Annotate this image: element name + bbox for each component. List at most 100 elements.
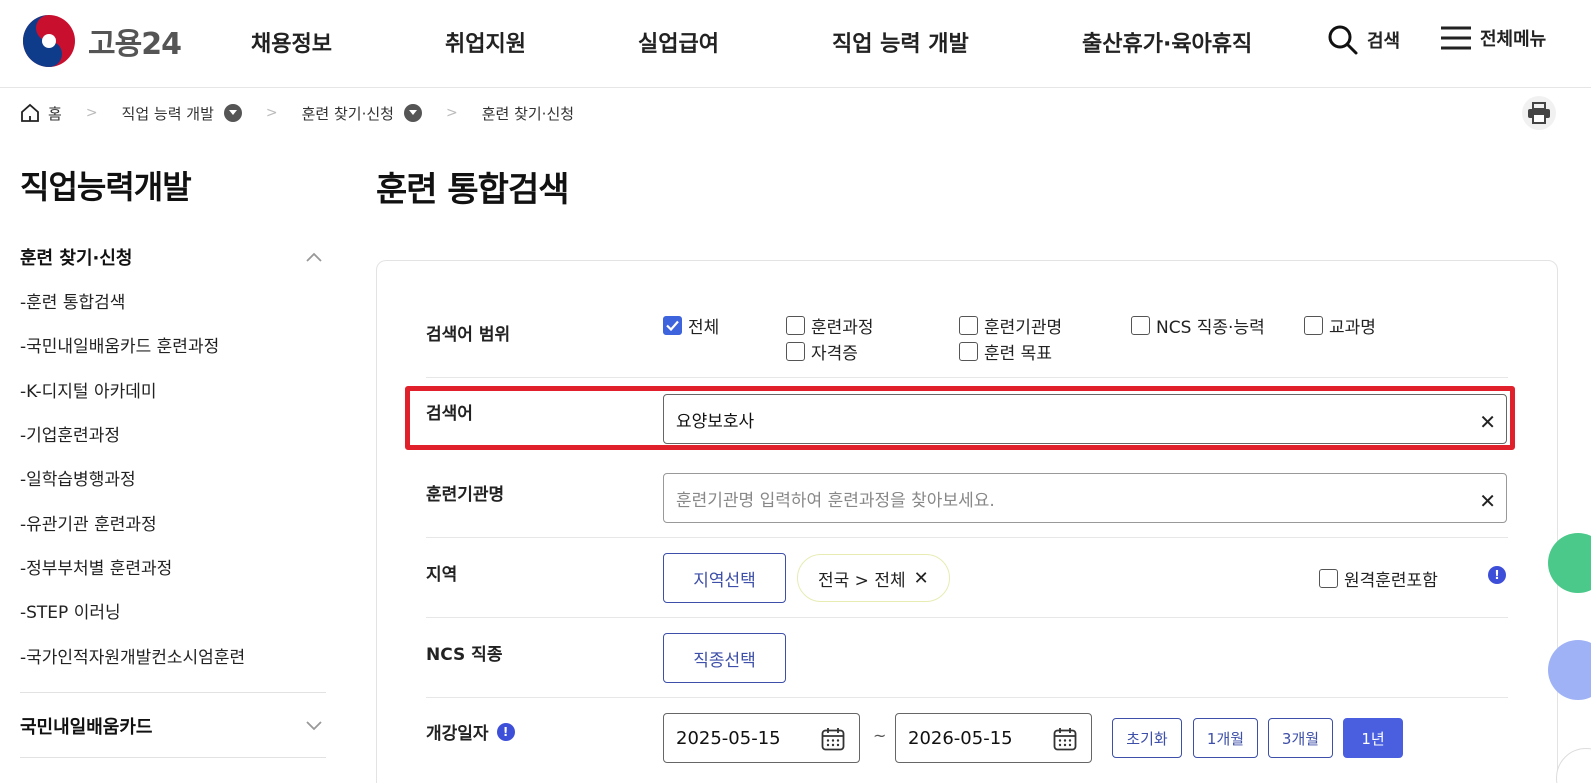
breadcrumb-home-label: 홈 [48, 104, 62, 123]
date-range-tilde: ~ [873, 726, 887, 745]
floating-top-button[interactable] [1556, 748, 1591, 783]
scope-institution-label: 훈련기관명 [984, 318, 1063, 338]
scope-ncs-label: NCS 직종·능력 [1156, 318, 1265, 338]
scope-all-checkbox[interactable]: 전체 [663, 313, 719, 338]
calendar-icon[interactable] [821, 727, 845, 751]
sidebar-section-label: 국민내일배움카드 [20, 717, 153, 738]
scope-institution-checkbox[interactable]: 훈련기관명 [959, 313, 1062, 338]
checkbox-icon [786, 342, 805, 361]
scope-all-label: 전체 [688, 318, 720, 338]
logo-text: 고용24 [88, 27, 182, 62]
checkbox-icon [1131, 316, 1150, 335]
breadcrumb-level2[interactable]: 훈련 찾기·신청 [302, 103, 422, 124]
scope-ncs-checkbox[interactable]: NCS 직종·능력 [1131, 313, 1265, 338]
breadcrumb: 홈 > 직업 능력 개발 > 훈련 찾기·신청 > 훈련 찾기·신청 [20, 100, 574, 126]
sidebar-section-naeil-card[interactable]: 국민내일배움카드 [20, 713, 326, 739]
region-tag-label: 전국 > 전체 [818, 570, 906, 591]
clear-icon[interactable]: ✕ [1479, 489, 1496, 513]
start-date-from-value: 2025-05-15 [676, 727, 781, 749]
start-date-label-row: 개강일자 ! [426, 719, 515, 744]
scope-goal-checkbox[interactable]: 훈련 목표 [959, 339, 1052, 364]
start-date-to-value: 2026-05-15 [908, 727, 1013, 749]
scope-label: 검색어 범위 [426, 325, 511, 345]
date-3month-button[interactable]: 3개월 [1268, 718, 1333, 758]
sidebar-title: 직업능력개발 [20, 168, 192, 206]
chevron-right-icon: > [85, 105, 98, 121]
checkbox-checked-icon [663, 316, 682, 335]
printer-icon [1528, 102, 1550, 124]
date-1year-button[interactable]: 1년 [1343, 718, 1403, 758]
search-icon [1328, 25, 1358, 55]
calendar-icon[interactable] [1053, 727, 1077, 751]
scope-course-label: 훈련과정 [811, 318, 874, 338]
scope-course-checkbox[interactable]: 훈련과정 [786, 313, 874, 338]
region-tag[interactable]: 전국 > 전체 ✕ [797, 554, 950, 602]
chevron-down-icon[interactable] [223, 104, 242, 122]
keyword-highlight-box [405, 386, 1515, 450]
breadcrumb-level3-label: 훈련 찾기·신청 [481, 104, 575, 123]
sidebar-divider [20, 692, 326, 693]
sidebar-item-k-digital[interactable]: -K-디지털 아카데미 [20, 377, 157, 402]
region-label: 지역 [426, 565, 458, 585]
sidebar-item-naeil-card-course[interactable]: -국민내일배움카드 훈련과정 [20, 332, 219, 357]
breadcrumb-level3: 훈련 찾기·신청 [482, 103, 574, 124]
institution-label: 훈련기관명 [426, 485, 505, 505]
hamburger-icon [1441, 26, 1471, 50]
info-icon[interactable]: ! [496, 722, 515, 741]
sidebar-item-corporate-training[interactable]: -기업훈련과정 [20, 421, 120, 446]
breadcrumb-level2-label: 훈련 찾기·신청 [301, 104, 394, 123]
institution-placeholder: 훈련기관명 입력하여 훈련과정을 찾아보세요. [676, 490, 995, 511]
institution-input[interactable]: 훈련기관명 입력하여 훈련과정을 찾아보세요. ✕ [663, 473, 1507, 523]
sidebar-item-work-study[interactable]: -일학습병행과정 [20, 465, 136, 490]
scope-subject-label: 교과명 [1329, 318, 1376, 338]
row-divider [426, 537, 1508, 538]
search-label: 검색 [1367, 31, 1401, 52]
nav-job-skill-development[interactable]: 직업 능력 개발 [832, 26, 969, 58]
checkbox-icon [1319, 569, 1338, 588]
ncs-label: NCS 직종 [426, 645, 503, 665]
sidebar-item-consortium[interactable]: -국가인적자원개발컨소시엄훈련 [20, 643, 245, 668]
all-menu-button[interactable]: 전체메뉴 [1440, 24, 1546, 52]
region-select-button[interactable]: 지역선택 [663, 553, 786, 603]
sidebar-item-related-agency[interactable]: -유관기관 훈련과정 [20, 510, 157, 535]
sidebar-item-integrated-search[interactable]: -훈련 통합검색 [20, 288, 125, 313]
nav-unemployment-benefit[interactable]: 실업급여 [638, 26, 719, 58]
nav-recruitment[interactable]: 채용정보 [251, 26, 332, 58]
breadcrumb-level1-label: 직업 능력 개발 [121, 104, 214, 123]
start-date-label: 개강일자 [426, 724, 489, 744]
checkbox-icon [1304, 316, 1323, 335]
chevron-right-icon: > [265, 105, 278, 121]
chevron-down-icon [306, 721, 322, 731]
sidebar-section-label: 훈련 찾기·신청 [20, 248, 133, 269]
remote-training-checkbox[interactable]: 원격훈련포함 [1319, 566, 1438, 591]
chevron-down-icon[interactable] [403, 104, 422, 122]
breadcrumb-home[interactable]: 홈 [20, 103, 62, 124]
logo[interactable]: 고용24 [22, 14, 182, 68]
chevron-up-icon [306, 252, 322, 262]
header-search-button[interactable]: 검색 [1327, 24, 1400, 56]
nav-parental-leave[interactable]: 출산휴가·육아휴직 [1082, 26, 1252, 58]
scope-certificate-label: 자격증 [811, 344, 858, 364]
remote-training-label: 원격훈련포함 [1344, 571, 1438, 591]
info-icon[interactable]: ! [1488, 566, 1506, 584]
ncs-select-button[interactable]: 직종선택 [663, 633, 786, 683]
row-divider [426, 697, 1508, 698]
close-icon[interactable]: ✕ [914, 568, 929, 589]
all-menu-label: 전체메뉴 [1480, 29, 1547, 50]
sidebar-item-government-ministry[interactable]: -정부부처별 훈련과정 [20, 554, 172, 579]
start-date-to-input[interactable]: 2026-05-15 [895, 713, 1092, 763]
row-divider [426, 377, 1508, 378]
scope-certificate-checkbox[interactable]: 자격증 [786, 339, 858, 364]
page-title: 훈련 통합검색 [376, 170, 570, 210]
sidebar-section-training-search[interactable]: 훈련 찾기·신청 [20, 244, 326, 270]
sidebar-item-step-elearning[interactable]: -STEP 이러닝 [20, 598, 121, 623]
date-1month-button[interactable]: 1개월 [1193, 718, 1258, 758]
breadcrumb-level1[interactable]: 직업 능력 개발 [122, 103, 242, 124]
start-date-from-input[interactable]: 2025-05-15 [663, 713, 860, 763]
nav-employment-support[interactable]: 취업지원 [445, 26, 526, 58]
scope-subject-checkbox[interactable]: 교과명 [1304, 313, 1376, 338]
print-button[interactable] [1522, 96, 1556, 130]
taegeuk-logo-icon [23, 15, 75, 67]
home-icon [21, 103, 39, 122]
date-reset-button[interactable]: 초기화 [1112, 718, 1182, 758]
